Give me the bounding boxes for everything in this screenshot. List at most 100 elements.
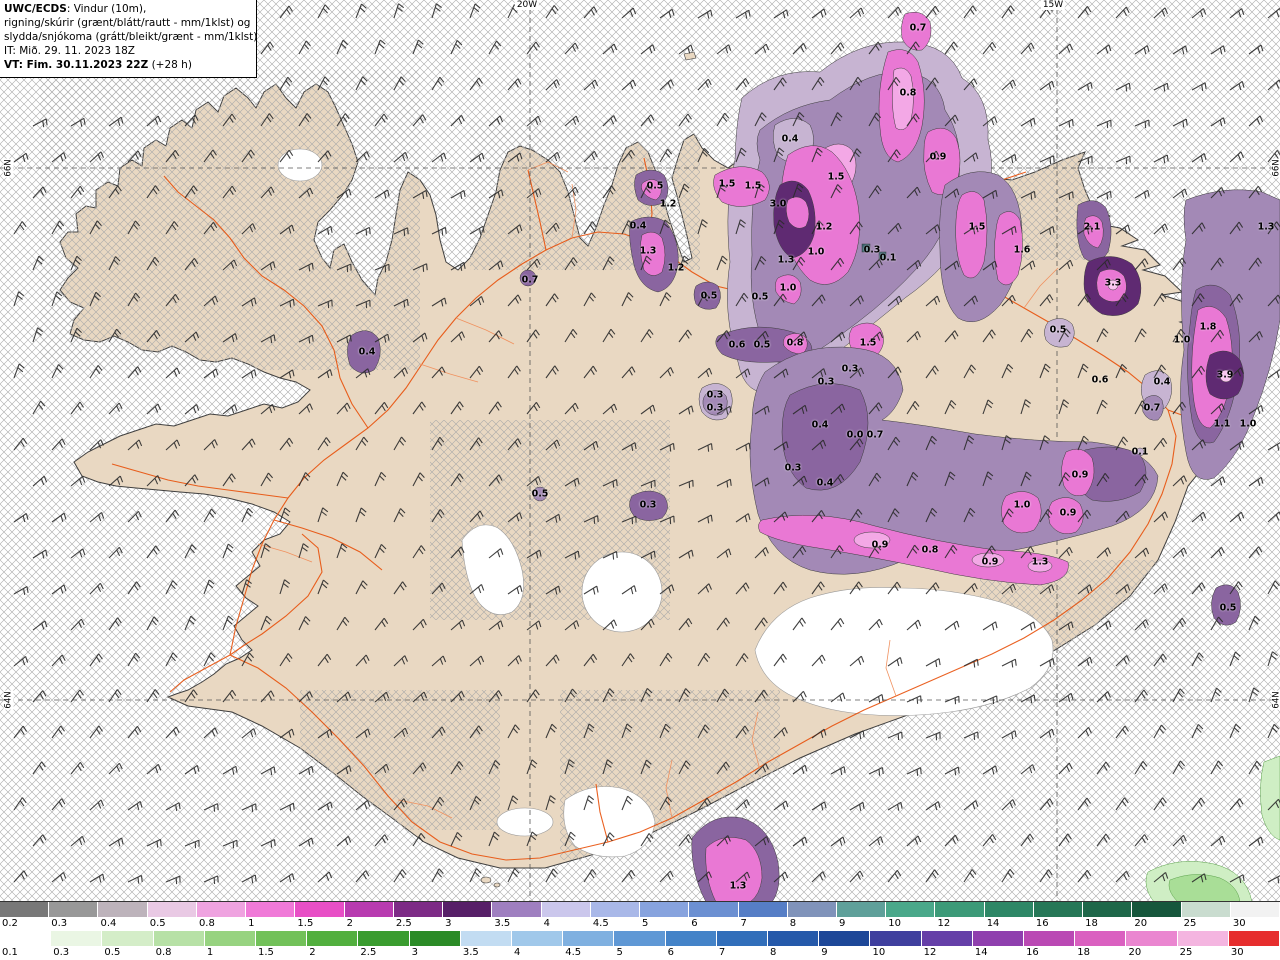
precip-value-label: 0.3	[706, 389, 724, 401]
legend-label: 12	[935, 917, 985, 931]
legend-segment: 3.5	[492, 902, 542, 931]
legend-swatch	[935, 902, 985, 917]
precip-value-label: 3.0	[769, 198, 787, 210]
precip-value-label: 0.5	[700, 290, 718, 302]
legend-label: 0.8	[153, 946, 205, 960]
precip-value-label: 1.5	[744, 180, 762, 192]
valid-time-offset: (+28 h)	[148, 58, 192, 71]
legend-swatch	[738, 902, 788, 917]
rain-scale: 0.1 0.3 0.5 0.8 1 1.5 2 2.5 3 3.5 4 4.5 5 6 7 8 9 10 12 14 1…	[0, 931, 1280, 960]
legend-segment: 3	[443, 902, 493, 931]
init-time: IT: Mið. 29. 11. 2023 18Z	[4, 44, 135, 57]
precip-value-label: 0.4	[811, 419, 829, 431]
legend-label: 9	[836, 917, 887, 931]
legend-swatch	[768, 931, 820, 946]
legend-segment: 1.5	[295, 902, 345, 931]
legend-label: 10	[886, 917, 936, 931]
legend-label: 25	[1177, 946, 1229, 960]
legend-swatch	[1083, 902, 1133, 917]
product-name: UWC/ECDS	[4, 3, 67, 15]
precip-value-label: 1.3	[1031, 556, 1049, 568]
precip-value-label: 0.3	[841, 363, 859, 375]
precip-value-label: 0.7	[866, 429, 884, 441]
legend-swatch	[1126, 931, 1178, 946]
precip-value-label: 1.1	[1213, 418, 1231, 430]
legend-label: 8	[768, 946, 820, 960]
precip-value-label: 1.2	[667, 262, 685, 274]
legend-swatch	[358, 931, 410, 946]
legend-swatch	[49, 902, 99, 917]
legend-segment: 0.8	[153, 931, 205, 960]
legend-swatch	[541, 902, 591, 917]
legend-segment: 2	[344, 902, 394, 931]
precip-value-label: 0.9	[981, 556, 999, 568]
legend-segment: 20	[1126, 931, 1178, 960]
legend-segment: 0.3	[49, 902, 99, 931]
legend-segment: 18	[1075, 931, 1127, 960]
precip-value-label: 1.0	[1013, 499, 1031, 511]
legend-segment: 3	[409, 931, 461, 960]
precip-value-label: 1.2	[815, 221, 833, 233]
legend-label: 9	[819, 946, 871, 960]
legend-label: 5	[614, 946, 666, 960]
legend-label: 16	[1024, 946, 1076, 960]
legend-segment: 25	[1181, 902, 1231, 931]
precip-value-label: 0.7	[521, 274, 539, 286]
legend-segment: 6	[665, 931, 717, 960]
legend-segment: 9	[819, 931, 871, 960]
legend-label: 18	[1075, 946, 1127, 960]
legend-label: 7	[738, 917, 788, 931]
legend-segment: 8	[768, 931, 820, 960]
legend-segment: 0.2	[0, 902, 50, 931]
legend-segment: 25	[1177, 931, 1229, 960]
legend-label: 10	[870, 946, 922, 960]
legend-swatch	[98, 902, 148, 917]
legend-segment: 10	[886, 902, 936, 931]
legend-segment: 6	[689, 902, 739, 931]
legend-label: 0.3	[51, 946, 103, 960]
precip-value-label: 0.5	[1219, 602, 1237, 614]
precip-value-label: 1.3	[777, 254, 795, 266]
legend-swatch	[196, 902, 247, 917]
legend-label: 14	[984, 917, 1034, 931]
legend-segment: 18	[1083, 902, 1133, 931]
legend-swatch	[819, 931, 871, 946]
legend-swatch	[409, 931, 461, 946]
legend-label: 0.3	[49, 917, 99, 931]
legend-segment: 0.5	[147, 902, 197, 931]
parallel-label-64n-right: 64N	[1271, 690, 1280, 710]
legend-segment: 0.5	[102, 931, 154, 960]
legend-label: 4.5	[590, 917, 641, 931]
precip-value-label: 0.4	[629, 220, 647, 232]
legend-segment: 2	[307, 931, 359, 960]
legend-swatch	[0, 931, 52, 946]
legend-segment: 4	[541, 902, 591, 931]
legend-label: 0.2	[0, 917, 50, 931]
legend-swatch	[492, 902, 542, 917]
precip-value-label: 3.9	[1216, 369, 1234, 381]
legend-label: 3.5	[492, 917, 542, 931]
legend-swatch	[614, 931, 666, 946]
legend-label: 5	[640, 917, 690, 931]
legend-swatch	[563, 931, 615, 946]
legend-segment: 14	[984, 902, 1034, 931]
precip-value-label: 0.3	[863, 244, 881, 256]
precip-value-label: 1.2	[659, 198, 677, 210]
legend-segment: 1	[204, 931, 257, 960]
weather-map-page: UWC/ECDS: Vindur (10m), rigning/skúrir (…	[0, 0, 1280, 960]
precip-value-label: 1.8	[1199, 321, 1217, 333]
iceland-weather-map	[0, 0, 1280, 902]
legend-segment: 4.5	[590, 902, 641, 931]
precip-value-label: 1.3	[1257, 221, 1275, 233]
legend-segment: 1.5	[256, 931, 308, 960]
legend-swatch	[590, 902, 641, 917]
legend-label: 1	[204, 946, 257, 960]
precip-value-label: 1.0	[779, 282, 797, 294]
legend-label: 6	[689, 917, 739, 931]
precip-value-label: 0.9	[1059, 507, 1077, 519]
legend-segment: 5	[640, 902, 690, 931]
legend-label: 1	[246, 917, 296, 931]
snow-sleet-scale: 0.2 0.3 0.4 0.5 0.8 1 1.5 2 2.5 3 3.5 4 4.5 5 6 7 8 9 10 12…	[0, 902, 1280, 931]
precip-value-label: 0.7	[1143, 402, 1161, 414]
legend-segment: 20	[1132, 902, 1182, 931]
